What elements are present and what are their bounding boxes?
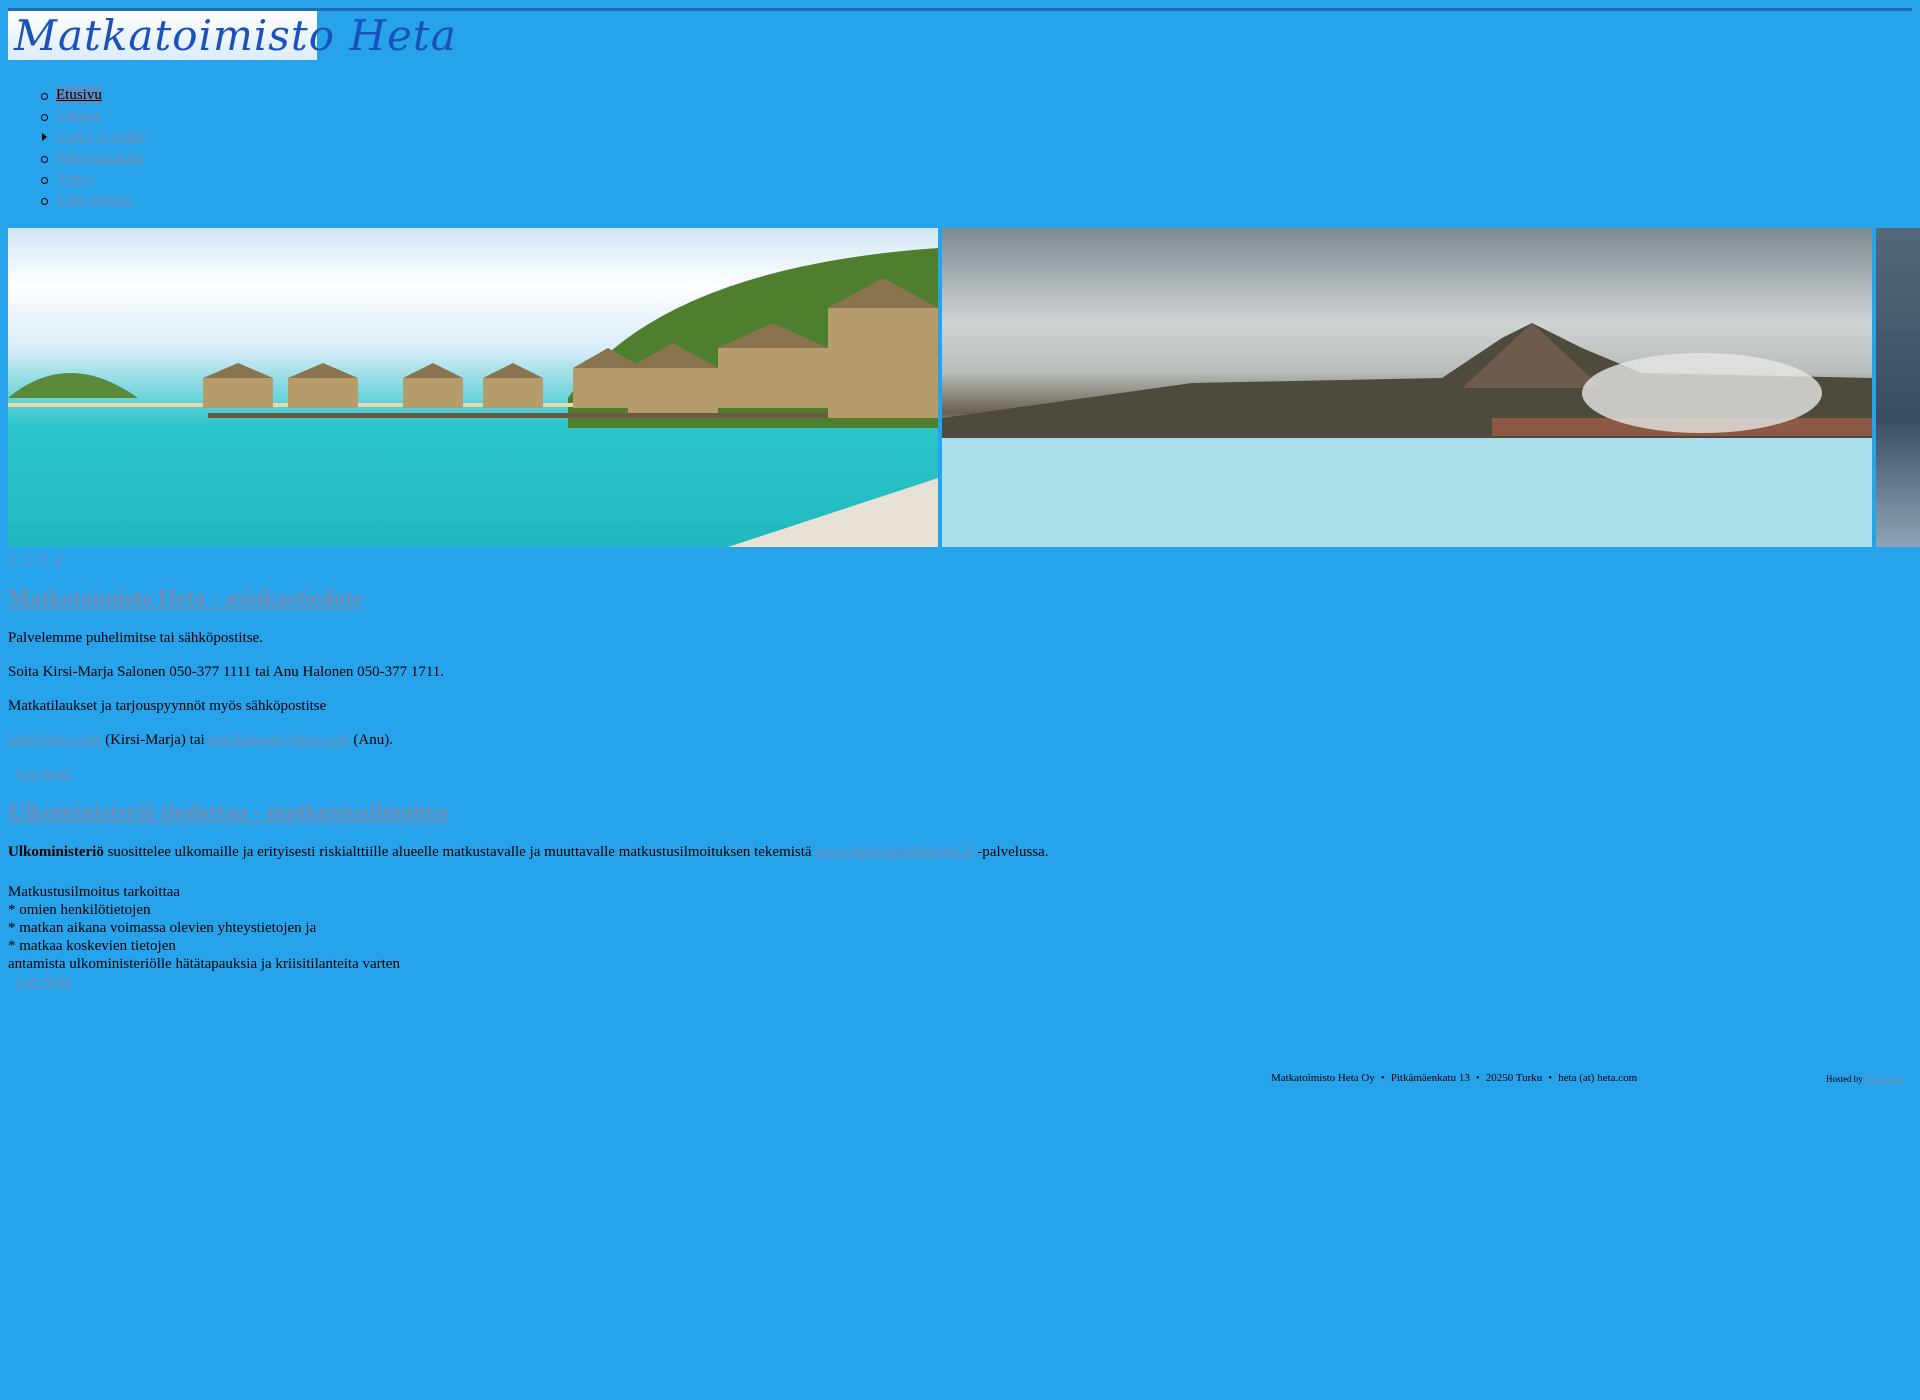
- bullet-icon: [41, 93, 48, 100]
- slider-page-1[interactable]: 1: [8, 551, 16, 567]
- bullet-icon: [41, 177, 48, 184]
- footer-city: 20250 Turku: [1485, 1072, 1543, 1084]
- email-link-anu[interactable]: anu.halonen@heta.com: [208, 732, 349, 748]
- slider-page-4[interactable]: 4: [54, 551, 62, 567]
- article-paragraph: Ulkoministeriö suosittelee ulkomaille ja…: [8, 843, 1908, 861]
- host-link[interactable]: Loota.com: [1865, 1074, 1904, 1084]
- list-line: antamista ulkoministeriölle hätätapauksi…: [8, 956, 400, 972]
- nav-item-etusivu: Etusivu: [41, 85, 146, 106]
- nav-item-linkit: Linkit ja vinkit: [42, 127, 146, 148]
- article-paragraph: Soita Kirsi-Marja Salonen 050-377 1111 t…: [8, 664, 445, 680]
- article-title-link[interactable]: Ulkoministeriö tiedottaa - matkustusilmo…: [8, 799, 448, 824]
- article-title-link[interactable]: Matkatoimisto Heta - asiakastiedote: [8, 585, 363, 610]
- footer-email: heta (at) heta.com: [1558, 1072, 1638, 1084]
- nav-link-yritys[interactable]: Yritys: [56, 171, 94, 187]
- hosted-by: Hosted by Loota.com: [1826, 1074, 1904, 1084]
- nav-link-palvelumaksut[interactable]: Palvelumaksut: [56, 150, 144, 166]
- slider-page-2[interactable]: 2: [23, 551, 31, 567]
- article-asiakastiedote: Matkatoimisto Heta - asiakastiedote Palv…: [8, 585, 1908, 783]
- list-line: * matkaa koskevien tietojen: [8, 938, 176, 954]
- footer-company: Matkatoimisto Heta Oy: [1271, 1072, 1375, 1084]
- main-content: Matkatoimisto Heta - asiakastiedote Palv…: [8, 585, 1908, 990]
- nav-item-yritys: Yritys: [41, 169, 146, 190]
- external-link-matkustusilmoitus[interactable]: www.matkustusilmoitus.fi: [815, 844, 973, 860]
- footer-separator: •: [1548, 1072, 1553, 1084]
- article-title: Ulkoministeriö tiedottaa - matkustusilmo…: [8, 799, 1908, 825]
- hosted-by-label: Hosted by: [1826, 1074, 1863, 1084]
- article-text: -palvelussa.: [973, 844, 1049, 860]
- article-contact-emails: heta@heta.com (Kirsi-Marja) tai anu.halo…: [8, 731, 1908, 749]
- nav-link-linkit[interactable]: Linkit ja vinkit: [56, 129, 146, 145]
- footer-separator: •: [1475, 1072, 1480, 1084]
- article-title: Matkatoimisto Heta - asiakastiedote: [8, 585, 1908, 611]
- bungalows-illustration: [8, 248, 938, 547]
- image-slider[interactable]: [8, 228, 1920, 547]
- nav-link-uutiset[interactable]: Uutiset: [56, 108, 99, 124]
- email-suffix-text: (Kirsi-Marja) tai: [101, 732, 209, 748]
- bold-text: Ulkoministeriö: [8, 844, 104, 860]
- footer-street: Pitkämäenkatu 13: [1390, 1072, 1470, 1084]
- read-more-link[interactable]: Lue lisää: [16, 973, 71, 990]
- nav-item-uutiset: Uutiset: [41, 106, 146, 127]
- email-link-kirsi-marja[interactable]: heta@heta.com: [8, 732, 101, 748]
- list-line: Matkustusilmoitus tarkoittaa: [8, 884, 181, 900]
- article-matkustusilmoitus: Ulkoministeriö tiedottaa - matkustusilmo…: [8, 799, 1908, 990]
- email-suffix-text: (Anu).: [349, 732, 393, 748]
- site-logo[interactable]: Matkatoimisto Heta: [8, 11, 456, 60]
- article-paragraph: Palvelemme puhelimitse tai sähköpostitse…: [8, 630, 263, 646]
- logo-text: Matkatoimisto Heta: [14, 11, 457, 60]
- slide-image-city-night: [1876, 228, 1920, 547]
- nav-link-etusivu[interactable]: Etusivu: [56, 87, 102, 103]
- footer-separator: •: [1380, 1072, 1385, 1084]
- nav-item-yhteystiedot: Yhteystiedot: [41, 190, 146, 211]
- list-line: * matkan aikana voimassa olevien yhteyst…: [8, 920, 317, 936]
- bullet-icon: [41, 114, 48, 121]
- slider-page-3[interactable]: 3: [39, 551, 47, 567]
- footer-address: Matkatoimisto Heta Oy • Pitkämäenkatu 13 • 2…: [1271, 1072, 1637, 1084]
- slider-pagination: 1 2 3 4: [8, 551, 65, 568]
- bullet-icon: [41, 156, 48, 163]
- article-list: Matkustusilmoitus tarkoittaa * omien hen…: [8, 883, 1908, 973]
- list-line: * omien henkilötietojen: [8, 902, 151, 918]
- volcano-illustration: [942, 323, 1872, 547]
- nav-link-yhteystiedot[interactable]: Yhteystiedot: [56, 192, 133, 208]
- read-more-link[interactable]: Lue lisää: [16, 765, 71, 783]
- article-text: suosittelee ulkomaille ja erityisesti ri…: [103, 844, 816, 860]
- main-navigation: Etusivu Uutiset Linkit ja vinkit Palvelu…: [41, 85, 146, 211]
- slide-image-volcano-lagoon: [942, 228, 1872, 547]
- submenu-arrow-icon: [42, 133, 47, 141]
- slide-image-tropical-bungalows: [8, 228, 938, 547]
- nav-item-palvelumaksut: Palvelumaksut: [41, 148, 146, 169]
- bullet-icon: [41, 198, 48, 205]
- article-paragraph: Matkatilaukset ja tarjouspyynnöt myös sä…: [8, 698, 327, 714]
